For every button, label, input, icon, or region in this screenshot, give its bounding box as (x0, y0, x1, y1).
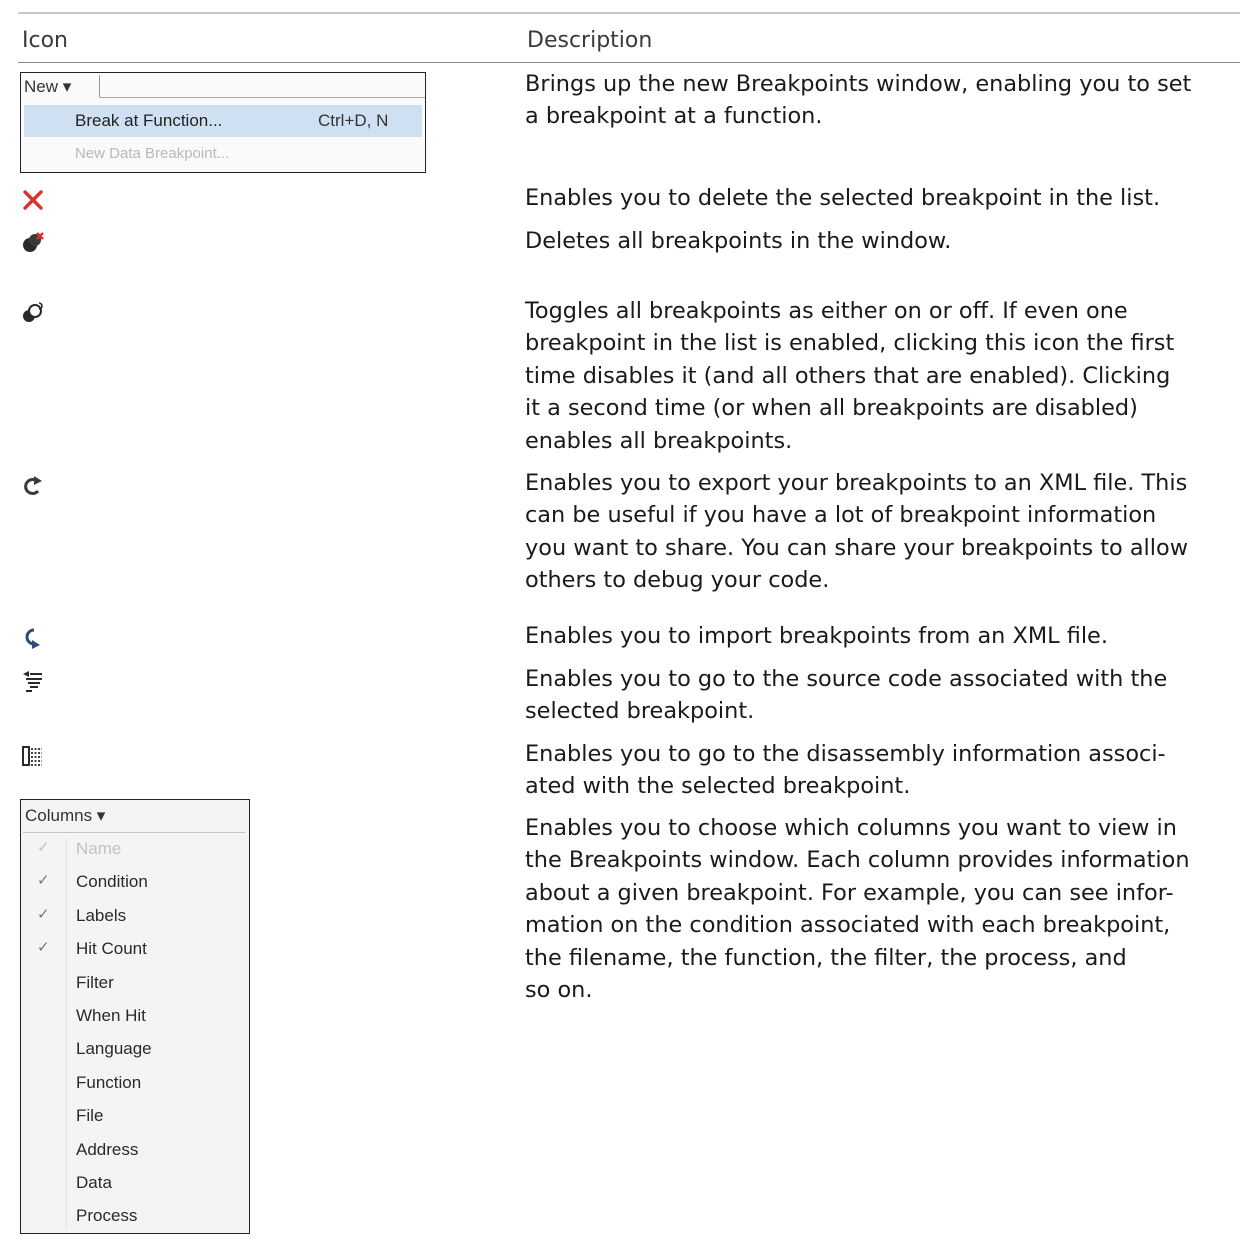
column-header-icon: Icon (22, 28, 68, 53)
column-option-label: Data (76, 1173, 112, 1192)
delete-icon[interactable] (20, 187, 46, 213)
export-icon[interactable] (20, 472, 46, 498)
checkmark-icon: ✓ (37, 839, 50, 856)
column-option-when-hit[interactable]: When Hit (21, 1001, 247, 1031)
go-to-disassembly-icon[interactable] (20, 743, 46, 769)
import-icon[interactable] (20, 625, 46, 651)
new-dropdown-menu[interactable]: New ▾ Break at Function... Ctrl+D, N New… (20, 72, 426, 173)
column-option-data[interactable]: Data (21, 1168, 247, 1198)
description-import: Enables you to import breakpoints from a… (525, 623, 1108, 649)
checkmark-icon: ✓ (37, 939, 50, 957)
go-to-source-icon[interactable] (20, 668, 46, 694)
column-option-hit-count[interactable]: ✓ Hit Count (21, 934, 247, 964)
description-new: Brings up the new Breakpoints window, en… (525, 71, 1192, 130)
columns-button[interactable]: Columns ▾ (25, 806, 105, 826)
column-option-label: Hit Count (76, 939, 147, 959)
checkmark-icon: ✓ (37, 872, 50, 890)
column-option-condition[interactable]: ✓ Condition (21, 867, 247, 897)
break-at-function-label: Break at Function... (75, 111, 223, 130)
delete-all-icon[interactable] (20, 230, 46, 256)
column-option-label: Function (76, 1072, 142, 1092)
column-option-language[interactable]: Language (21, 1034, 247, 1064)
column-option-name: ✓ Name (21, 834, 247, 864)
header-rule (18, 62, 1240, 63)
column-option-label: Filter (76, 972, 114, 992)
column-option-process[interactable]: Process (21, 1201, 247, 1231)
column-header-description: Description (527, 28, 653, 53)
column-option-filter[interactable]: Filter (21, 968, 247, 998)
column-option-label: Condition (76, 872, 148, 892)
column-option-labels[interactable]: ✓ Labels (21, 901, 247, 931)
toggle-all-icon[interactable] (20, 300, 46, 326)
column-option-label: Language (76, 1039, 152, 1059)
column-option-label: Address (76, 1139, 139, 1159)
columns-dropdown-menu[interactable]: Columns ▾ ✓ Name ✓ Condition ✓ Labels ✓ Hit Cou… (20, 799, 250, 1234)
column-option-label: Process (76, 1206, 138, 1226)
top-rule (18, 12, 1240, 14)
description-columns: Enables you to choose which columns you … (525, 815, 1190, 1004)
column-option-file[interactable]: File (21, 1101, 247, 1131)
new-data-breakpoint-item: New Data Breakpoint... (75, 145, 230, 162)
description-delete: Enables you to delete the selected break… (525, 185, 1161, 211)
column-option-label: When Hit (76, 1006, 146, 1025)
break-at-function-shortcut: Ctrl+D, N (318, 111, 389, 130)
column-option-label: Name (76, 839, 122, 858)
description-go-to-source: Enables you to go to the source code ass… (525, 666, 1168, 725)
description-delete-all: Deletes all breakpoints in the window. (525, 228, 952, 254)
column-option-label: File (76, 1106, 104, 1126)
new-button[interactable]: New ▾ (24, 77, 71, 97)
column-option-function[interactable]: Function (21, 1068, 247, 1098)
description-toggle-all: Toggles all breakpoints as either on or … (525, 298, 1175, 454)
description-go-to-disassembly: Enables you to go to the disassembly inf… (525, 741, 1166, 800)
column-option-label: Labels (76, 905, 127, 925)
checkmark-icon: ✓ (37, 905, 50, 923)
column-option-address[interactable]: Address (21, 1135, 247, 1165)
description-export: Enables you to export your breakpoints t… (525, 470, 1189, 594)
